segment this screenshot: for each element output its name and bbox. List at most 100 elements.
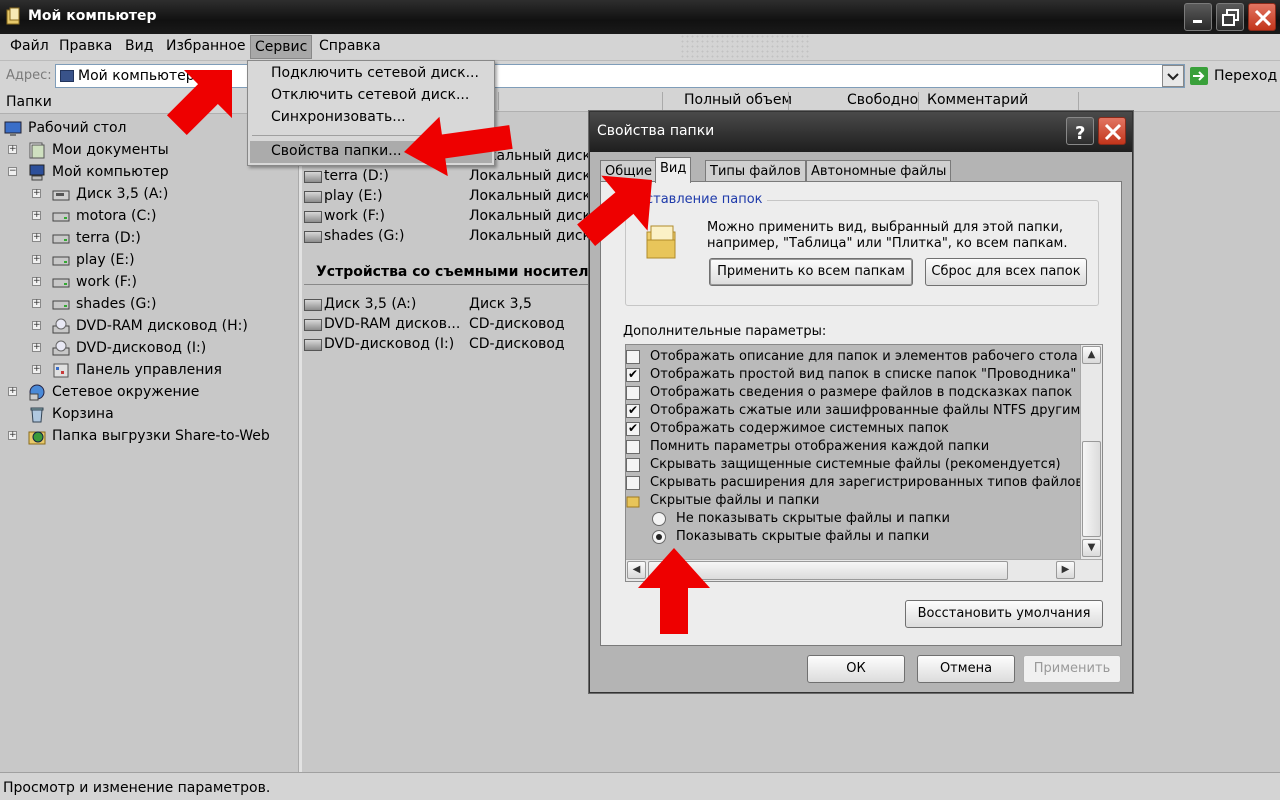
maximize-button[interactable] [1216, 3, 1244, 31]
dialog-title-bar[interactable]: Свойства папки ? [590, 112, 1132, 152]
checkbox[interactable] [626, 386, 640, 400]
expand-icon[interactable]: + [32, 321, 41, 330]
checkbox-checked[interactable]: ✔ [626, 422, 640, 436]
tree-item-dvd-ram-h[interactable]: + DVD-RAM дисковод (H:) [32, 316, 294, 338]
menu-help[interactable]: Справка [315, 38, 385, 54]
apply-button[interactable]: Применить [1023, 655, 1121, 683]
menu-item-folder-options[interactable]: Свойства папки... [250, 141, 492, 163]
menu-favorites[interactable]: Избранное [162, 38, 250, 54]
minimize-button[interactable] [1184, 3, 1212, 31]
go-arrow-icon[interactable] [1190, 67, 1208, 85]
checkbox-checked[interactable]: ✔ [626, 404, 640, 418]
tab-general[interactable]: Общие [600, 160, 657, 182]
tab-view[interactable]: Вид [655, 157, 692, 183]
checkbox-checked[interactable]: ✔ [626, 368, 640, 382]
tree-item-drive-e[interactable]: + play (E:) [32, 250, 294, 272]
column-comment[interactable]: Комментарий [927, 92, 1028, 108]
menu-item-map-drive[interactable]: Подключить сетевой диск... [250, 63, 492, 85]
help-button[interactable]: ? [1066, 117, 1094, 145]
list-item[interactable]: terra (D:) Локальный диск [304, 168, 594, 188]
checkbox[interactable] [626, 476, 640, 490]
restore-defaults-button[interactable]: Восстановить умолчания [905, 600, 1103, 628]
column-total-size[interactable]: Полный объем [684, 92, 792, 108]
radio-selected[interactable] [652, 530, 666, 544]
group-divider [304, 284, 594, 285]
option-label: Отображать сведения о размере файлов в п… [650, 385, 1073, 400]
checkbox[interactable] [626, 440, 640, 454]
tree-item-recycle-bin[interactable]: Корзина [8, 404, 294, 426]
list-item[interactable]: shades (G:) Локальный диск [304, 228, 594, 248]
option-ntfs-color[interactable]: ✔ Отображать сжатые или зашифрованные фа… [626, 403, 1080, 421]
option-system-folder-contents[interactable]: ✔ Отображать содержимое системных папок [626, 421, 1080, 439]
expand-icon[interactable]: + [32, 189, 41, 198]
list-item[interactable]: Диск 3,5 (A:) Диск 3,5 [304, 296, 594, 316]
address-dropdown-button[interactable] [1162, 65, 1184, 87]
expand-icon[interactable]: + [32, 211, 41, 220]
option-dont-show-hidden[interactable]: Не показывать скрытые файлы и папки [652, 511, 1066, 529]
expand-icon[interactable]: + [32, 255, 41, 264]
go-button[interactable]: Переход [1214, 68, 1277, 84]
window-title: Мой компьютер [28, 8, 157, 24]
expand-icon[interactable]: + [8, 387, 17, 396]
tree-item-label: terra (D:) [76, 230, 141, 246]
option-hide-extensions[interactable]: Скрывать расширения для зарегистрированн… [626, 475, 1083, 493]
expand-icon[interactable]: + [32, 299, 41, 308]
drive-type: Диск 3,5 [469, 296, 532, 312]
list-item[interactable]: work (F:) Локальный диск [304, 208, 594, 228]
menu-tools[interactable]: Сервис [250, 35, 313, 59]
scroll-thumb[interactable] [1082, 441, 1101, 537]
option-simple-folder-view[interactable]: ✔ Отображать простой вид папок в списке … [626, 367, 1080, 385]
expand-icon[interactable]: + [32, 365, 41, 374]
tab-offline-files[interactable]: Автономные файлы [806, 160, 952, 182]
expand-icon[interactable]: + [8, 145, 17, 154]
cancel-button[interactable]: Отмена [917, 655, 1015, 683]
vertical-scrollbar[interactable]: ▲ ▼ [1080, 345, 1102, 559]
collapse-icon[interactable]: − [8, 167, 17, 176]
list-item[interactable]: DVD-дисковод (I:) CD-дисковод [304, 336, 594, 356]
expand-icon[interactable]: + [8, 431, 17, 440]
address-field[interactable]: Мой компьютер [55, 64, 1185, 88]
tree-item-dvd-i[interactable]: + DVD-дисковод (I:) [32, 338, 294, 360]
expand-icon[interactable]: + [32, 343, 41, 352]
radio[interactable] [652, 512, 666, 526]
tab-file-types[interactable]: Типы файлов [705, 160, 806, 182]
column-free[interactable]: Свободно [847, 92, 918, 108]
scroll-left-icon[interactable]: ◀ [627, 561, 646, 579]
ok-button[interactable]: ОК [807, 655, 905, 683]
reset-all-folders-button[interactable]: Сброс для всех папок [925, 258, 1087, 286]
option-remember-view[interactable]: Помнить параметры отображения каждой пап… [626, 439, 1080, 457]
option-hide-protected-files[interactable]: Скрывать защищенные системные файлы (рек… [626, 457, 1080, 475]
tree-item-label: play (E:) [76, 252, 135, 268]
tree-item-drive-c[interactable]: + motora (C:) [32, 206, 294, 228]
scroll-down-icon[interactable]: ▼ [1082, 539, 1101, 557]
option-show-folder-descriptions[interactable]: Отображать описание для папок и элементо… [626, 349, 1080, 367]
tree-item-control-panel[interactable]: + Панель управления [32, 360, 294, 382]
checkbox[interactable] [626, 458, 640, 472]
dialog-close-button[interactable] [1098, 117, 1126, 145]
checkbox[interactable] [626, 350, 640, 364]
list-item[interactable]: DVD-RAM дисков... CD-дисковод [304, 316, 594, 336]
tree-item-network[interactable]: + Сетевое окружение [8, 382, 294, 404]
scroll-up-icon[interactable]: ▲ [1082, 346, 1101, 364]
drive-type: Локальный диск [469, 208, 592, 224]
apply-to-all-folders-button[interactable]: Применить ко всем папкам [709, 258, 913, 286]
expand-icon[interactable]: + [32, 233, 41, 242]
tree-item-drive-d[interactable]: + terra (D:) [32, 228, 294, 250]
tree-item-drive-g[interactable]: + shades (G:) [32, 294, 294, 316]
option-file-size-tips[interactable]: Отображать сведения о размере файлов в п… [626, 385, 1080, 403]
tree-item-drive-f[interactable]: + work (F:) [32, 272, 294, 294]
menu-item-disconnect-drive[interactable]: Отключить сетевой диск... [250, 85, 492, 107]
menu-file[interactable]: Файл [6, 38, 53, 54]
menu-view[interactable]: Вид [121, 38, 157, 54]
menu-edit[interactable]: Правка [55, 38, 116, 54]
menu-item-synchronize[interactable]: Синхронизовать... [250, 107, 492, 129]
tree-item-floppy-a[interactable]: + Диск 3,5 (A:) [32, 184, 294, 206]
option-show-hidden[interactable]: Показывать скрытые файлы и папки [652, 529, 1066, 547]
close-button[interactable] [1248, 3, 1276, 31]
scroll-right-icon[interactable]: ▶ [1056, 561, 1075, 579]
list-item[interactable]: play (E:) Локальный диск [304, 188, 594, 208]
expand-icon[interactable]: + [32, 277, 41, 286]
tree-item-share-to-web[interactable]: + Папка выгрузки Share-to-Web [8, 426, 294, 448]
horizontal-scroll-thumb[interactable] [648, 561, 1008, 580]
horizontal-scrollbar[interactable]: ◀ ▶ [626, 559, 1102, 581]
